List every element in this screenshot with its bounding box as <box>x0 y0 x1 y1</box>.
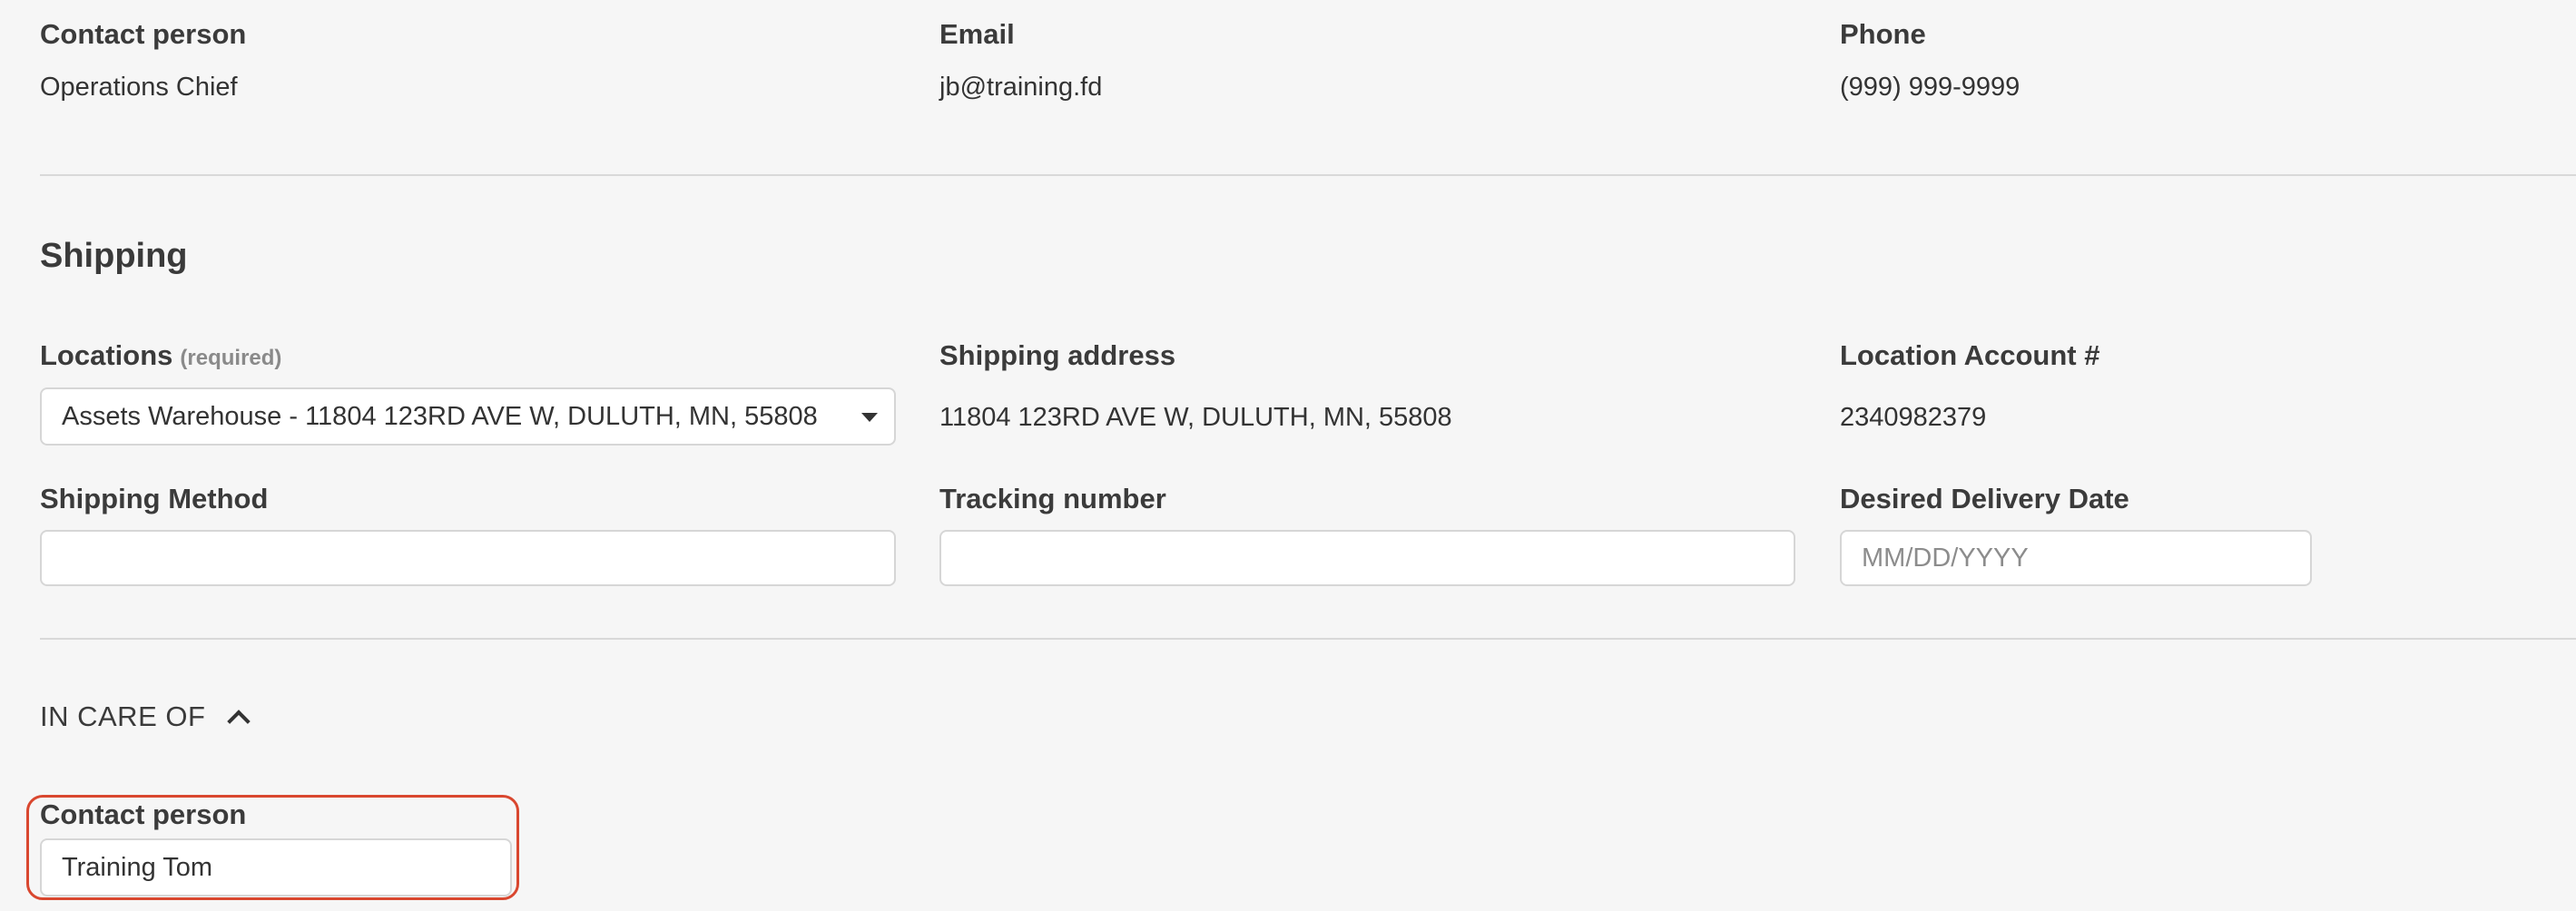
email-label: Email <box>939 18 1015 50</box>
section-divider <box>40 174 2576 176</box>
in-care-of-toggle[interactable]: IN CARE OF <box>40 700 251 733</box>
locations-label: Locations (required) <box>40 338 896 377</box>
shipping-method-label: Shipping Method <box>40 483 269 514</box>
email-block: Email jb@training.fd <box>939 16 1102 103</box>
tracking-number-label: Tracking number <box>939 483 1166 514</box>
tracking-number-block: Tracking number <box>939 481 1795 586</box>
chevron-up-icon <box>227 710 251 733</box>
in-care-of-contact-block: Contact person <box>40 797 512 896</box>
delivery-date-block: Desired Delivery Date <box>1840 481 2312 586</box>
section-divider <box>40 638 2576 640</box>
in-care-of-label: IN CARE OF <box>40 700 206 732</box>
locations-selected-value: Assets Warehouse - 11804 123RD AVE W, DU… <box>62 401 818 431</box>
locations-label-text: Locations <box>40 339 173 371</box>
phone-value: (999) 999-9999 <box>1840 73 2020 102</box>
locations-select[interactable]: Assets Warehouse - 11804 123RD AVE W, DU… <box>40 387 896 446</box>
caret-down-icon <box>861 413 878 422</box>
shipping-address-block: Shipping address 11804 123RD AVE W, DULU… <box>939 338 1452 434</box>
shipping-method-input[interactable] <box>40 530 896 586</box>
in-care-of-contact-input[interactable] <box>40 838 512 896</box>
delivery-date-input[interactable] <box>1840 530 2312 586</box>
phone-label: Phone <box>1840 18 1926 50</box>
locations-block: Locations (required) Assets Warehouse - 1… <box>40 338 896 446</box>
contact-person-block: Contact person Operations Chief <box>40 16 246 103</box>
tracking-number-input[interactable] <box>939 530 1795 586</box>
shipping-address-value: 11804 123RD AVE W, DULUTH, MN, 55808 <box>939 403 1452 432</box>
location-account-value: 2340982379 <box>1840 403 1987 432</box>
shipping-section-title: Shipping <box>40 237 188 275</box>
order-detail-page: Contact person Operations Chief Email jb… <box>26 0 2576 911</box>
email-value: jb@training.fd <box>939 73 1103 102</box>
phone-block: Phone (999) 999-9999 <box>1840 16 2020 103</box>
contact-person-label: Contact person <box>40 18 247 50</box>
delivery-date-label: Desired Delivery Date <box>1840 483 2129 514</box>
shipping-address-label: Shipping address <box>939 339 1176 371</box>
contact-person-value: Operations Chief <box>40 73 238 102</box>
shipping-method-block: Shipping Method <box>40 481 896 586</box>
in-care-of-contact-label: Contact person <box>40 798 247 830</box>
location-account-label: Location Account # <box>1840 339 2100 371</box>
required-indicator: (required) <box>180 346 282 370</box>
location-account-block: Location Account # 2340982379 <box>1840 338 2099 434</box>
